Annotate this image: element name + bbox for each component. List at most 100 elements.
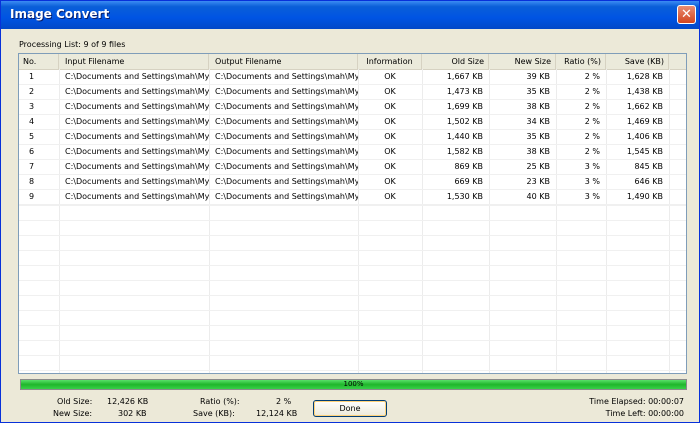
empty-row-line xyxy=(19,295,686,296)
cell-information: OK xyxy=(384,147,396,156)
table-row[interactable]: 5 C:\Documents and Settings\mah\My ... C:\… xyxy=(19,130,686,145)
time-left: Time Left: 00:00:00 xyxy=(605,409,684,418)
cell-ratio: 3 % xyxy=(584,162,600,171)
cell-input-filename: C:\Documents and Settings\mah\My ... xyxy=(65,192,209,201)
cell-save: 1,490 KB xyxy=(626,192,663,201)
cell-save: 1,438 KB xyxy=(626,87,663,96)
cell-new-size: 35 KB xyxy=(526,87,550,96)
cell-information: OK xyxy=(384,192,396,201)
cell-save: 1,628 KB xyxy=(626,72,663,81)
cell-save: 1,406 KB xyxy=(626,132,663,141)
column-header-output[interactable]: Output Filename xyxy=(209,54,358,69)
cell-output-filename: C:\Documents and Settings\mah\My ... xyxy=(215,117,358,126)
column-header-input[interactable]: Input Filename xyxy=(59,54,209,69)
file-list[interactable]: No. Input Filename Output Filename Infor… xyxy=(18,53,687,374)
empty-row-line xyxy=(19,355,686,356)
progress-label: 100% xyxy=(343,380,364,388)
table-row[interactable]: 4 C:\Documents and Settings\mah\My ... C:\… xyxy=(19,115,686,130)
cell-ratio: 2 % xyxy=(584,102,600,111)
cell-new-size: 38 KB xyxy=(526,102,550,111)
close-button[interactable]: ✕ xyxy=(677,5,696,24)
cell-no: 1 xyxy=(29,72,35,81)
cell-new-size: 40 KB xyxy=(526,192,550,201)
cell-information: OK xyxy=(384,102,396,111)
old-size-value: 12,426 KB xyxy=(107,397,149,406)
cell-input-filename: C:\Documents and Settings\mah\My ... xyxy=(65,72,209,81)
cell-old-size: 1,699 KB xyxy=(446,102,483,111)
column-header-new-size[interactable]: New Size xyxy=(489,54,556,69)
empty-row-line xyxy=(19,205,686,206)
title-bar[interactable]: Image Convert ✕ xyxy=(1,1,699,29)
cell-old-size: 1,440 KB xyxy=(446,132,483,141)
cell-no: 7 xyxy=(29,162,35,171)
table-row[interactable]: 7 C:\Documents and Settings\mah\My ... C:\… xyxy=(19,160,686,175)
save-value: 12,124 KB xyxy=(256,409,298,418)
empty-row-line xyxy=(19,280,686,281)
cell-input-filename: C:\Documents and Settings\mah\My ... xyxy=(65,177,209,186)
new-size-value: 302 KB xyxy=(118,409,147,418)
cell-save: 646 KB xyxy=(634,177,663,186)
cell-output-filename: C:\Documents and Settings\mah\My ... xyxy=(215,87,358,96)
cell-ratio: 2 % xyxy=(584,132,600,141)
empty-row-line xyxy=(19,340,686,341)
cell-old-size: 669 KB xyxy=(454,177,483,186)
cell-ratio: 2 % xyxy=(584,72,600,81)
table-row[interactable]: 3 C:\Documents and Settings\mah\My ... C:\… xyxy=(19,100,686,115)
cell-ratio: 3 % xyxy=(584,177,600,186)
cell-input-filename: C:\Documents and Settings\mah\My ... xyxy=(65,132,209,141)
ratio-label: Ratio (%): xyxy=(200,397,240,406)
processing-status: Processing List: 9 of 9 files xyxy=(19,40,126,49)
column-header-information[interactable]: Information xyxy=(358,54,422,69)
cell-new-size: 34 KB xyxy=(526,117,550,126)
table-row[interactable]: 8 C:\Documents and Settings\mah\My ... C:\… xyxy=(19,175,686,190)
cell-new-size: 39 KB xyxy=(526,72,550,81)
cell-new-size: 23 KB xyxy=(526,177,550,186)
table-row[interactable]: 6 C:\Documents and Settings\mah\My ... C:\… xyxy=(19,145,686,160)
cell-old-size: 1,473 KB xyxy=(446,87,483,96)
column-header-save[interactable]: Save (KB) xyxy=(606,54,669,69)
cell-save: 1,469 KB xyxy=(626,117,663,126)
save-label: Save (KB): xyxy=(193,409,235,418)
close-icon: ✕ xyxy=(681,7,692,22)
cell-ratio: 2 % xyxy=(584,147,600,156)
cell-ratio: 2 % xyxy=(584,117,600,126)
cell-input-filename: C:\Documents and Settings\mah\My ... xyxy=(65,147,209,156)
cell-information: OK xyxy=(384,132,396,141)
cell-new-size: 25 KB xyxy=(526,162,550,171)
cell-old-size: 1,582 KB xyxy=(446,147,483,156)
cell-save: 1,662 KB xyxy=(626,102,663,111)
new-size-label: New Size: xyxy=(53,409,93,418)
empty-row-line xyxy=(19,325,686,326)
done-button[interactable]: Done xyxy=(313,400,387,417)
table-row[interactable]: 2 C:\Documents and Settings\mah\My ... C:\… xyxy=(19,85,686,100)
column-header-old-size[interactable]: Old Size xyxy=(422,54,489,69)
column-header-ratio[interactable]: Ratio (%) xyxy=(556,54,606,69)
table-row[interactable]: 9 C:\Documents and Settings\mah\My ... C:\… xyxy=(19,190,686,205)
table-row[interactable]: 1 C:\Documents and Settings\mah\My ... C:\… xyxy=(19,70,686,85)
cell-output-filename: C:\Documents and Settings\mah\My ... xyxy=(215,192,358,201)
cell-no: 8 xyxy=(29,177,35,186)
empty-row-line xyxy=(19,370,686,371)
cell-information: OK xyxy=(384,87,396,96)
cell-ratio: 2 % xyxy=(584,87,600,96)
cell-ratio: 3 % xyxy=(584,192,600,201)
cell-output-filename: C:\Documents and Settings\mah\My ... xyxy=(215,147,358,156)
cell-input-filename: C:\Documents and Settings\mah\My ... xyxy=(65,117,209,126)
cell-no: 4 xyxy=(29,117,35,126)
cell-no: 5 xyxy=(29,132,35,141)
cell-old-size: 1,667 KB xyxy=(446,72,483,81)
cell-output-filename: C:\Documents and Settings\mah\My ... xyxy=(215,72,358,81)
column-header-no[interactable]: No. xyxy=(19,54,59,69)
ratio-value: 2 % xyxy=(276,397,292,406)
cell-save: 1,545 KB xyxy=(626,147,663,156)
empty-row-line xyxy=(19,265,686,266)
cell-new-size: 38 KB xyxy=(526,147,550,156)
cell-output-filename: C:\Documents and Settings\mah\My ... xyxy=(215,132,358,141)
cell-old-size: 1,530 KB xyxy=(446,192,483,201)
window-title: Image Convert xyxy=(10,7,110,21)
cell-no: 2 xyxy=(29,87,35,96)
empty-row-line xyxy=(19,250,686,251)
cell-input-filename: C:\Documents and Settings\mah\My ... xyxy=(65,87,209,96)
cell-no: 9 xyxy=(29,192,35,201)
cell-no: 6 xyxy=(29,147,35,156)
